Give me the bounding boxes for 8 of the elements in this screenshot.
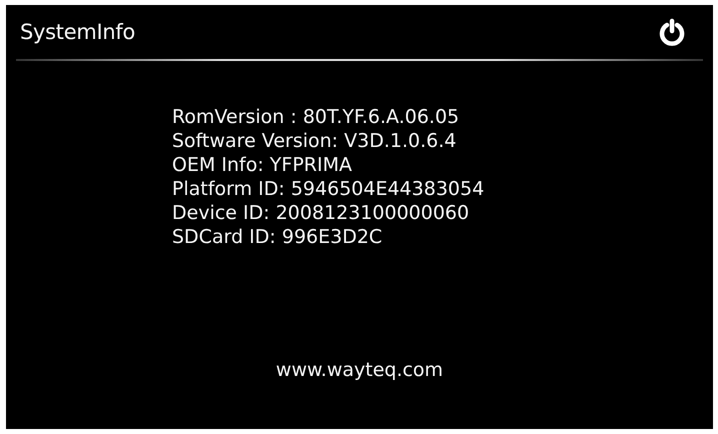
power-icon[interactable] — [659, 18, 685, 46]
info-line: Software Version: V3D.1.0.6.4 — [172, 129, 458, 153]
info-line: RomVersion : 80T.YF.6.A.06.05 — [172, 105, 460, 129]
info-line: Platform ID: 5946504E44383054 — [172, 177, 486, 201]
window-title: SystemInfo — [20, 20, 136, 44]
info-line: SDCard ID: 996E3D2C — [172, 225, 384, 249]
info-line: OEM Info: YFPRIMA — [172, 153, 353, 177]
info-line: Device ID: 2008123100000060 — [172, 201, 470, 225]
